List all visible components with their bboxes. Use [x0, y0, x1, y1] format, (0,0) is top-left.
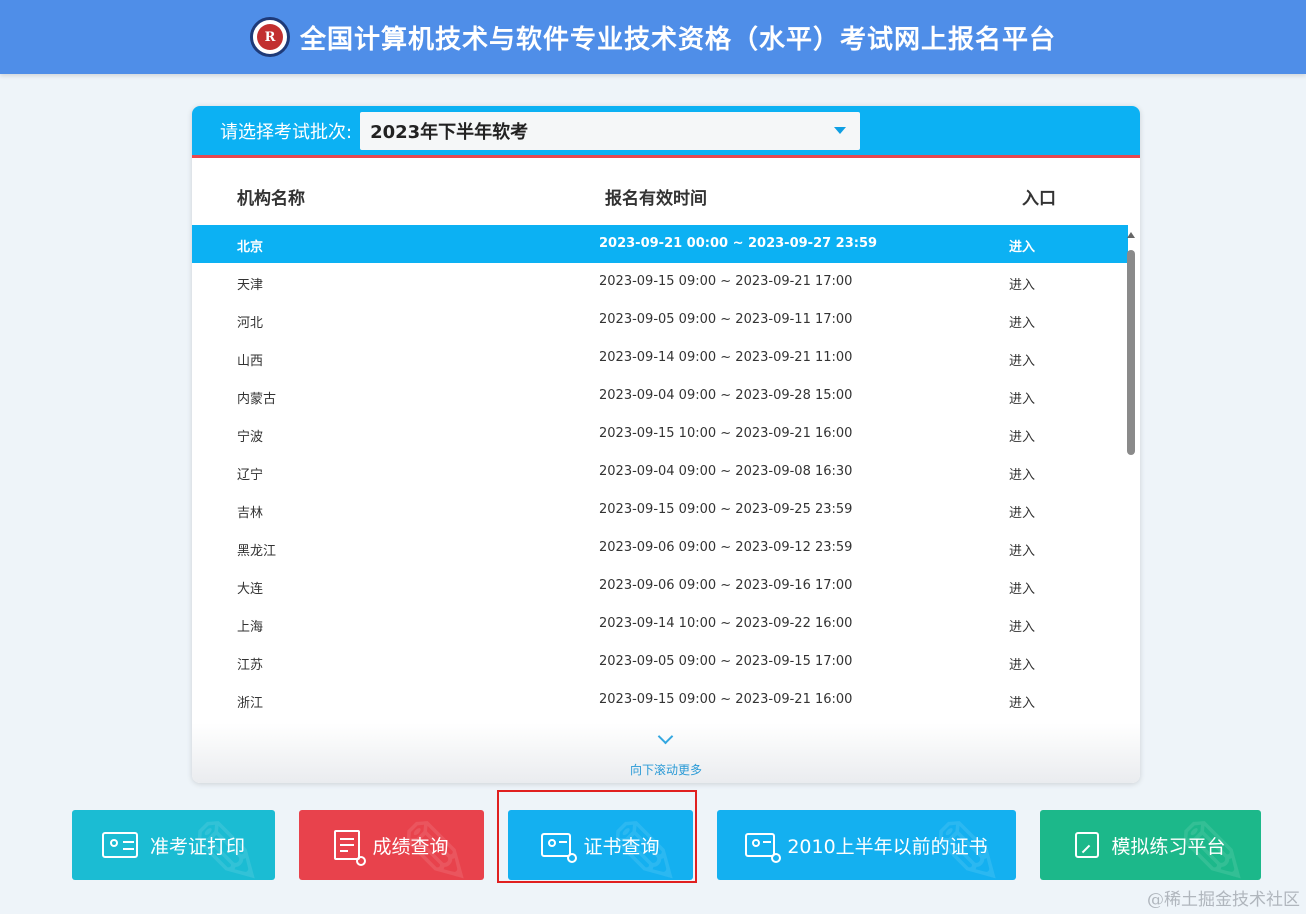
org-name-cell: 北京: [237, 240, 264, 255]
table-row[interactable]: 辽宁 2023-09-04 09:00 ~ 2023-09-08 16:30 进入: [192, 453, 1128, 491]
enter-link[interactable]: 进入: [1009, 502, 1035, 521]
batch-selected-value: 2023年下半年软考: [370, 121, 529, 143]
column-header-time: 报名有效时间: [605, 189, 707, 209]
enter-link[interactable]: 进入: [1009, 578, 1035, 597]
admission-print-button[interactable]: ✎ 准考证打印: [72, 810, 275, 880]
org-name-cell: 天津: [237, 278, 264, 293]
table-row[interactable]: 山西 2023-09-14 09:00 ~ 2023-09-21 11:00 进入: [192, 339, 1128, 377]
table-row[interactable]: 内蒙古 2023-09-04 09:00 ~ 2023-09-28 15:00 进入: [192, 377, 1128, 415]
scrollbar-thumb[interactable]: [1127, 250, 1135, 455]
table-row[interactable]: 黑龙江 2023-09-06 09:00 ~ 2023-09-12 23:59 进入: [192, 529, 1128, 567]
column-header-org: 机构名称: [237, 189, 305, 209]
table-row[interactable]: 浙江 2023-09-15 09:00 ~ 2023-09-21 16:00 进入: [192, 681, 1128, 719]
table-row[interactable]: 天津 2023-09-15 09:00 ~ 2023-09-21 17:00 进入: [192, 263, 1128, 301]
chevron-down-icon: [657, 728, 674, 745]
certificate-search-icon: [745, 833, 782, 863]
score-query-label: 成绩查询: [372, 835, 449, 858]
page-title: 全国计算机技术与软件专业技术资格（水平）考试网上报名平台: [299, 24, 1056, 55]
batch-select[interactable]: 2023年下半年软考: [360, 111, 861, 150]
certificate-search-icon: [541, 833, 578, 863]
org-name-cell: 吉林: [237, 506, 264, 521]
enter-link[interactable]: 进入: [1009, 616, 1035, 635]
valid-time-cell: 2023-09-15 09:00 ~ 2023-09-25 23:59: [599, 502, 853, 517]
caret-down-icon: [834, 127, 847, 134]
table-row[interactable]: 河北 2023-09-05 09:00 ~ 2023-09-11 17:00 进入: [192, 301, 1128, 339]
table-row[interactable]: 宁波 2023-09-15 10:00 ~ 2023-09-21 16:00 进入: [192, 415, 1128, 453]
practice-platform-button[interactable]: ✎ 模拟练习平台: [1040, 810, 1261, 880]
admission-print-label: 准考证打印: [149, 835, 245, 858]
batch-label: 请选择考试批次:: [220, 121, 353, 143]
old-certificate-label: 2010上半年以前的证书: [787, 835, 988, 858]
valid-time-cell: 2023-09-06 09:00 ~ 2023-09-12 23:59: [599, 540, 853, 555]
org-name-cell: 山西: [237, 354, 264, 369]
valid-time-cell: 2023-09-14 09:00 ~ 2023-09-21 11:00: [599, 350, 853, 365]
certificate-query-button[interactable]: ✎ 证书查询: [508, 810, 693, 880]
valid-time-cell: 2023-09-14 10:00 ~ 2023-09-22 16:00: [599, 616, 853, 631]
enter-link[interactable]: 进入: [1009, 464, 1035, 483]
registration-panel: 请选择考试批次: 2023年下半年软考 机构名称 报名有效时间 入口 北京 202…: [192, 106, 1140, 783]
valid-time-cell: 2023-09-06 09:00 ~ 2023-09-16 17:00: [599, 578, 853, 593]
enter-link[interactable]: 进入: [1009, 540, 1035, 559]
valid-time-cell: 2023-09-15 09:00 ~ 2023-09-21 17:00: [599, 274, 853, 289]
valid-time-cell: 2023-09-21 00:00 ~ 2023-09-27 23:59: [599, 236, 878, 251]
enter-link[interactable]: 进入: [1009, 426, 1035, 445]
org-name-cell: 宁波: [237, 430, 264, 445]
table-row[interactable]: 吉林 2023-09-15 09:00 ~ 2023-09-25 23:59 进入: [192, 491, 1128, 529]
valid-time-cell: 2023-09-05 09:00 ~ 2023-09-11 17:00: [599, 312, 853, 327]
scroll-more-text: 向下滚动更多: [629, 763, 702, 777]
enter-link[interactable]: 进入: [1009, 350, 1035, 369]
enter-link[interactable]: 进入: [1009, 312, 1035, 331]
pen-note-icon: [1075, 832, 1100, 858]
org-name-cell: 河北: [237, 316, 264, 331]
watermark: @稀土掘金技术社区: [1147, 890, 1300, 910]
batch-selector-bar: 请选择考试批次: 2023年下半年软考: [192, 106, 1140, 158]
valid-time-cell: 2023-09-15 10:00 ~ 2023-09-21 16:00: [599, 426, 853, 441]
enter-link[interactable]: 进入: [1009, 692, 1035, 711]
table-header: 机构名称 报名有效时间 入口: [192, 184, 1140, 220]
practice-platform-label: 模拟练习平台: [1111, 835, 1226, 858]
enter-link[interactable]: 进入: [1009, 388, 1035, 407]
scroll-up-icon[interactable]: [1127, 232, 1135, 238]
org-name-cell: 大连: [237, 582, 264, 597]
column-header-entry: 入口: [1022, 189, 1056, 209]
org-name-cell: 内蒙古: [237, 392, 277, 407]
org-name-cell: 辽宁: [237, 468, 264, 483]
valid-time-cell: 2023-09-05 09:00 ~ 2023-09-15 17:00: [599, 654, 853, 669]
document-search-icon: [334, 830, 367, 866]
table-row[interactable]: 上海 2023-09-14 10:00 ~ 2023-09-22 16:00 进入: [192, 605, 1128, 643]
enter-link[interactable]: 进入: [1009, 236, 1035, 255]
table-row[interactable]: 江苏 2023-09-05 09:00 ~ 2023-09-15 17:00 进入: [192, 643, 1128, 681]
valid-time-cell: 2023-09-15 09:00 ~ 2023-09-21 16:00: [599, 692, 853, 707]
old-certificate-button[interactable]: ✎ 2010上半年以前的证书: [717, 810, 1016, 880]
scrollbar[interactable]: [1126, 230, 1136, 756]
top-header: R 全国计算机技术与软件专业技术资格（水平）考试网上报名平台: [0, 0, 1306, 74]
enter-link[interactable]: 进入: [1009, 654, 1035, 673]
org-name-cell: 上海: [237, 620, 264, 635]
valid-time-cell: 2023-09-04 09:00 ~ 2023-09-28 15:00: [599, 388, 853, 403]
certificate-query-label: 证书查询: [583, 835, 660, 858]
logo-emblem: R: [256, 24, 283, 50]
org-name-cell: 江苏: [237, 658, 264, 673]
org-name-cell: 黑龙江: [237, 544, 277, 559]
id-card-icon: [101, 832, 138, 858]
table-row[interactable]: 大连 2023-09-06 09:00 ~ 2023-09-16 17:00 进入: [192, 567, 1128, 605]
enter-link[interactable]: 进入: [1009, 274, 1035, 293]
scroll-more-hint[interactable]: 向下滚动更多: [192, 723, 1140, 783]
table-body: 北京 2023-09-21 00:00 ~ 2023-09-27 23:59 进入天…: [192, 225, 1128, 725]
score-query-button[interactable]: ✎ 成绩查询: [299, 810, 484, 880]
org-name-cell: 浙江: [237, 696, 264, 711]
site-logo: R: [249, 17, 290, 57]
valid-time-cell: 2023-09-04 09:00 ~ 2023-09-08 16:30: [599, 464, 853, 479]
table-row[interactable]: 北京 2023-09-21 00:00 ~ 2023-09-27 23:59 进入: [192, 225, 1128, 263]
